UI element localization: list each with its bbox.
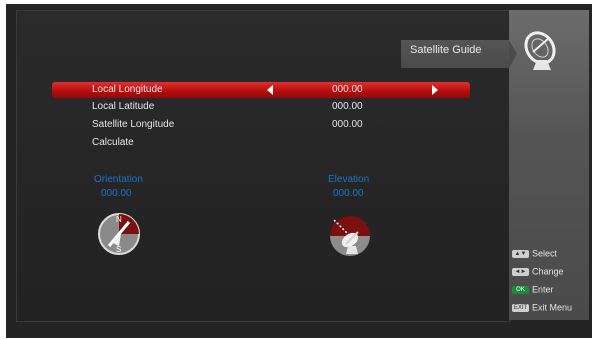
menu-row-local-latitude[interactable]: Local Latitude 000.00 [52,99,470,115]
hint-exit: EXIT Exit Menu [512,302,572,314]
menu-row-calculate[interactable]: Calculate [52,135,470,151]
row-label: Calculate [92,137,134,148]
compass-north: N [116,215,122,224]
hint-select: ▲▼ Select [512,248,557,260]
row-label: Satellite Longitude [92,119,175,130]
row-label: Local Longitude [92,84,163,95]
elevation-label: Elevation [328,174,370,185]
row-value: 000.00 [332,101,363,112]
hint-label: Change [532,266,564,277]
hint-enter: OK Enter [512,284,554,296]
compass-icon: N S [98,213,140,255]
orientation-value: 000.00 [101,188,132,199]
hint-label: Exit Menu [532,302,573,313]
tv-screen [6,4,592,338]
row-value: 000.00 [332,119,363,130]
hint-change: ◄► Change [512,266,564,278]
menu-row-satellite-longitude[interactable]: Satellite Longitude 000.00 [52,117,470,133]
page-title: Satellite Guide [410,44,482,56]
hint-label: Enter [532,284,554,295]
updown-key-icon: ▲▼ [512,249,529,258]
row-value: 000.00 [332,84,363,95]
hint-label: Select [532,248,558,259]
elevation-value: 000.00 [333,188,364,199]
satellite-dish-icon [524,31,556,70]
compass-south: S [116,245,121,254]
orientation-label: Orientation [94,174,143,185]
exit-key-icon: EXIT [512,303,529,312]
elevation-icon [330,216,370,256]
row-label: Local Latitude [92,101,155,112]
menu-row-local-longitude[interactable]: Local Longitude 000.00 [52,82,470,98]
ok-key-icon: OK [512,285,529,294]
leftright-key-icon: ◄► [512,267,529,276]
arrow-left-icon[interactable] [267,85,273,95]
arrow-right-icon[interactable] [432,85,438,95]
